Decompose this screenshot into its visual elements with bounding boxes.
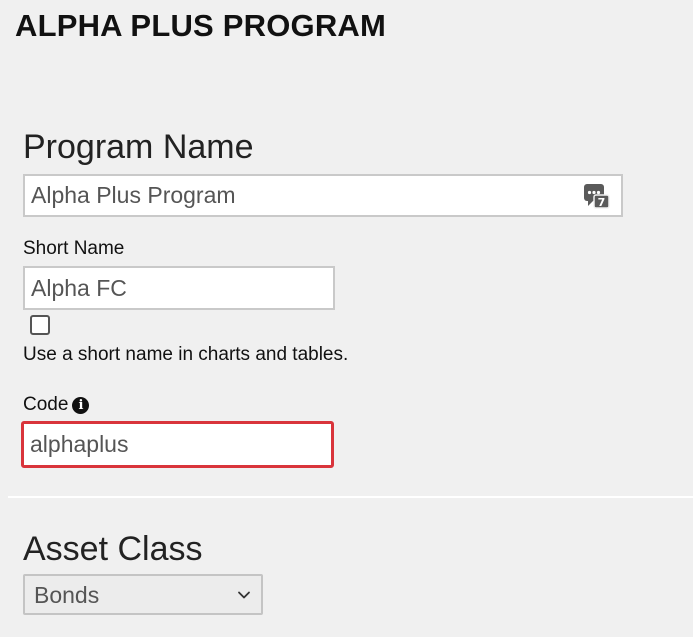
program-name-field-wrapper: 7 <box>23 174 623 217</box>
code-label-row: Code i <box>23 394 90 416</box>
program-name-input[interactable] <box>25 176 621 215</box>
section-divider <box>8 496 693 498</box>
translate-icon[interactable]: 7 <box>583 182 611 210</box>
short-name-help-text: Use a short name in charts and tables. <box>23 344 349 365</box>
translate-badge: 7 <box>598 196 606 209</box>
program-name-heading: Program Name <box>23 128 254 166</box>
code-label: Code <box>23 394 69 415</box>
asset-class-select[interactable]: Bonds <box>23 574 263 615</box>
short-name-input[interactable] <box>23 266 335 310</box>
short-name-checkbox[interactable] <box>30 315 50 335</box>
short-name-label: Short Name <box>23 238 125 259</box>
asset-class-selected-value: Bonds <box>34 582 100 608</box>
chevron-down-icon <box>238 591 250 599</box>
info-icon[interactable]: i <box>72 397 90 414</box>
asset-class-heading: Asset Class <box>23 530 203 568</box>
page-title: ALPHA PLUS PROGRAM <box>15 8 387 43</box>
code-input[interactable] <box>21 421 334 468</box>
